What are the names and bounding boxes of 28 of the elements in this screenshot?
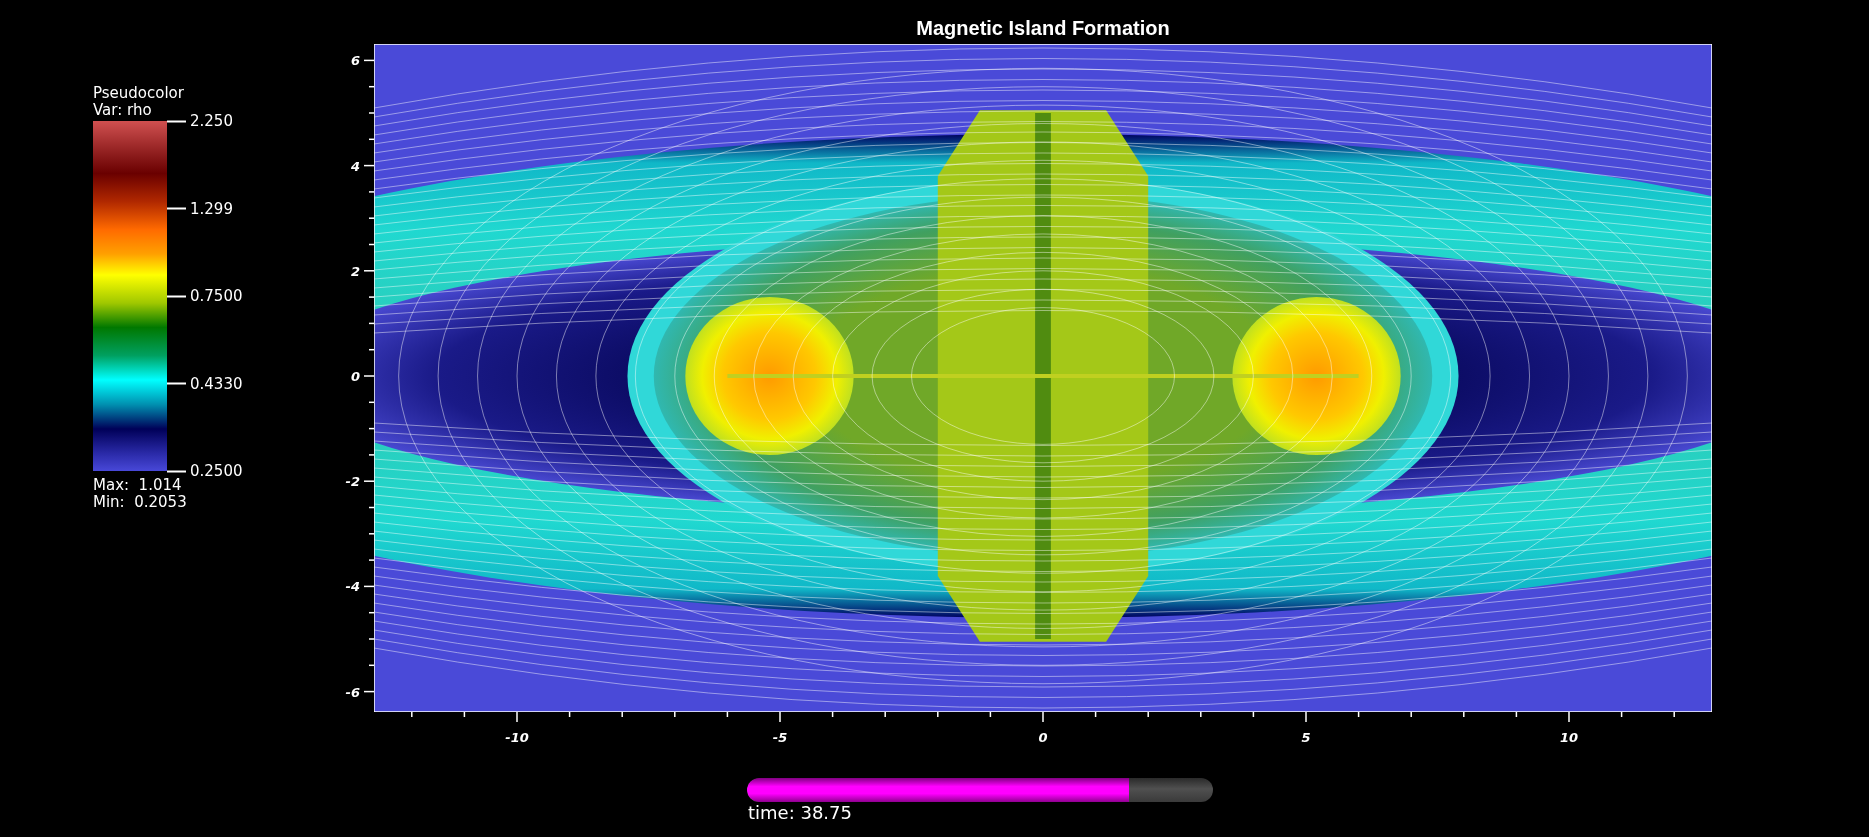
x-tick-label: -5 — [772, 730, 788, 745]
tick-mark — [167, 207, 186, 210]
y-tick-label: 0 — [350, 369, 360, 384]
x-tick-label: 5 — [1301, 730, 1311, 745]
x-tick-label: 10 — [1559, 730, 1579, 745]
max-label: Max: 1.014 — [93, 477, 183, 494]
legend-tick-label: 0.2500 — [190, 462, 243, 480]
legend-tick-label: 0.4330 — [190, 375, 243, 392]
tick-mark — [167, 120, 186, 122]
time-label: time: 38.75 — [747, 803, 852, 823]
y-tick-label: -6 — [345, 684, 360, 700]
y-tick-label: 4 — [350, 158, 360, 174]
tick-mark — [167, 470, 186, 472]
y-tick-label: -2 — [345, 474, 360, 490]
y-tick-label: -4 — [345, 579, 360, 595]
legend-title: Pseudocolor — [93, 85, 185, 102]
variable-label: Var: rho — [93, 102, 153, 119]
y-tick-label: 2 — [350, 263, 360, 279]
legend-tick-label: 0.7500 — [190, 287, 243, 305]
tick-mark — [167, 295, 186, 297]
min-label: Min: 0.2053 — [93, 494, 188, 511]
y-tick-label: 6 — [350, 53, 360, 69]
legend-tick-label: 2.250 — [190, 112, 233, 130]
x-tick-label: -10 — [505, 730, 529, 745]
x-tick-label: 0 — [1038, 730, 1048, 745]
plot-title: Magnetic Island Formation — [915, 16, 1171, 40]
tick-mark — [167, 382, 186, 385]
legend-tick-label: 1.299 — [190, 200, 233, 217]
